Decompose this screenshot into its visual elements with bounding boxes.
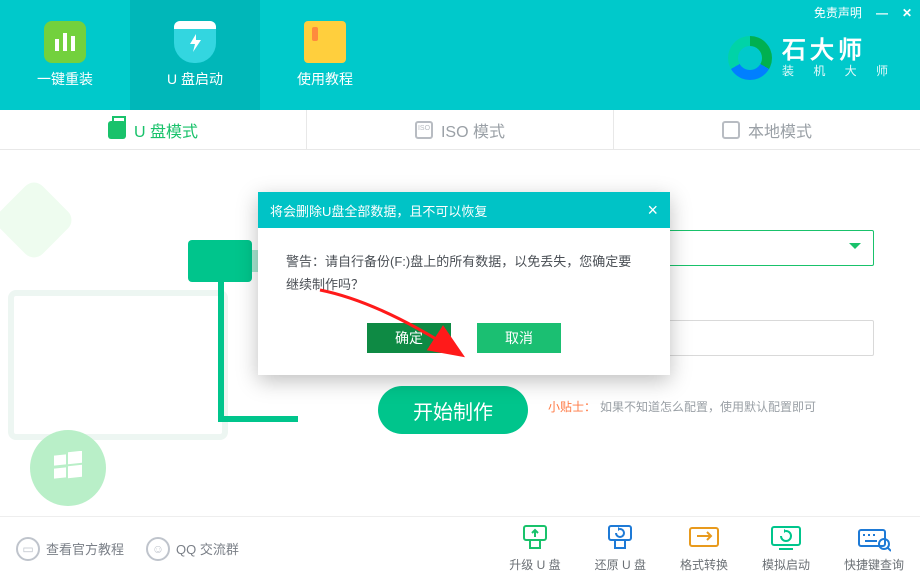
bottom-bar: ▭ 查看官方教程 ☺ QQ 交流群 升级 U 盘 还原 U 盘 格式转换 模拟启…	[0, 516, 920, 580]
modal-body: 警告：请自行备份(F:)盘上的所有数据，以免丢失，您确定要继续制作吗？	[258, 228, 670, 307]
modal-ok-button[interactable]: 确定	[367, 323, 451, 353]
refresh-monitor-icon	[769, 524, 803, 552]
action-label: 升级 U 盘	[509, 556, 560, 573]
usb-cable-illustration	[188, 240, 252, 282]
decor-monitor-icon	[8, 290, 228, 440]
disclaimer-link[interactable]: 免责声明	[814, 4, 862, 21]
action-upgrade-usb[interactable]: 升级 U 盘	[509, 524, 560, 573]
action-restore-usb[interactable]: 还原 U 盘	[595, 524, 646, 573]
decor-square-icon	[0, 178, 76, 263]
hint-text: 小贴士： 如果不知道怎么配置，使用默认配置即可	[548, 398, 816, 415]
bar-chart-icon	[44, 21, 86, 63]
modal-cancel-button[interactable]: 取消	[477, 323, 561, 353]
usb-up-icon	[518, 524, 552, 552]
minimize-button[interactable]	[876, 6, 888, 20]
action-hotkey-lookup[interactable]: 快捷键查询	[844, 524, 904, 573]
chevron-down-icon	[849, 239, 861, 257]
link-label: QQ 交流群	[176, 539, 239, 558]
action-label: 还原 U 盘	[595, 556, 646, 573]
tab-usb-boot[interactable]: U 盘启动	[130, 0, 260, 110]
keyboard-search-icon	[857, 524, 891, 552]
brand-logo-icon	[728, 36, 772, 80]
action-label: 格式转换	[680, 556, 728, 573]
start-make-button[interactable]: 开始制作	[378, 386, 528, 434]
convert-icon	[687, 524, 721, 552]
usb-icon	[108, 121, 126, 139]
title-bar: 免责声明 一键重装 U 盘启动 使用教程 石大师 装 机 大 师	[0, 0, 920, 110]
action-format-convert[interactable]: 格式转换	[680, 524, 728, 573]
iso-icon	[415, 121, 433, 139]
bottom-actions: 升级 U 盘 还原 U 盘 格式转换 模拟启动 快捷键查询	[509, 524, 904, 573]
mode-label: U 盘模式	[134, 118, 198, 142]
modal-buttons: 确定 取消	[258, 307, 670, 375]
windows-badge-icon	[30, 430, 106, 506]
mode-tab-iso[interactable]: ISO 模式	[307, 110, 614, 149]
action-label: 快捷键查询	[844, 556, 904, 573]
usb-restore-icon	[603, 524, 637, 552]
modal-title: 将会删除U盘全部数据，且不可以恢复	[270, 201, 487, 220]
book-circle-icon: ▭	[16, 537, 40, 561]
modal-close-button[interactable]: ×	[647, 201, 658, 219]
hint-body: 如果不知道怎么配置，使用默认配置即可	[600, 400, 816, 414]
action-simulate-boot[interactable]: 模拟启动	[762, 524, 810, 573]
tab-label: 一键重装	[37, 69, 93, 89]
close-button[interactable]	[902, 6, 912, 20]
mode-label: ISO 模式	[441, 118, 505, 142]
mode-label: 本地模式	[748, 118, 812, 142]
tab-label: 使用教程	[297, 69, 353, 89]
qq-group-link[interactable]: ☺ QQ 交流群	[146, 537, 239, 561]
tab-reinstall[interactable]: 一键重装	[0, 0, 130, 110]
link-label: 查看官方教程	[46, 539, 124, 558]
modal-header: 将会删除U盘全部数据，且不可以恢复 ×	[258, 192, 670, 228]
mode-tab-usb[interactable]: U 盘模式	[0, 110, 307, 149]
action-label: 模拟启动	[762, 556, 810, 573]
monitor-icon	[722, 121, 740, 139]
tab-label: U 盘启动	[167, 69, 223, 89]
brand: 石大师 装 机 大 师	[728, 36, 896, 80]
shield-bolt-icon	[174, 21, 216, 63]
tab-tutorial[interactable]: 使用教程	[260, 0, 390, 110]
mode-tabs: U 盘模式 ISO 模式 本地模式	[0, 110, 920, 150]
brand-title: 石大师	[782, 38, 896, 64]
brand-subtitle: 装 机 大 师	[782, 65, 896, 78]
window-controls: 免责声明	[814, 4, 912, 21]
people-circle-icon: ☺	[146, 537, 170, 561]
hint-prefix: 小贴士：	[548, 400, 596, 414]
book-icon	[304, 21, 346, 63]
confirm-modal: 将会删除U盘全部数据，且不可以恢复 × 警告：请自行备份(F:)盘上的所有数据，…	[258, 192, 670, 375]
official-tutorial-link[interactable]: ▭ 查看官方教程	[16, 537, 124, 561]
mode-tab-local[interactable]: 本地模式	[614, 110, 920, 149]
